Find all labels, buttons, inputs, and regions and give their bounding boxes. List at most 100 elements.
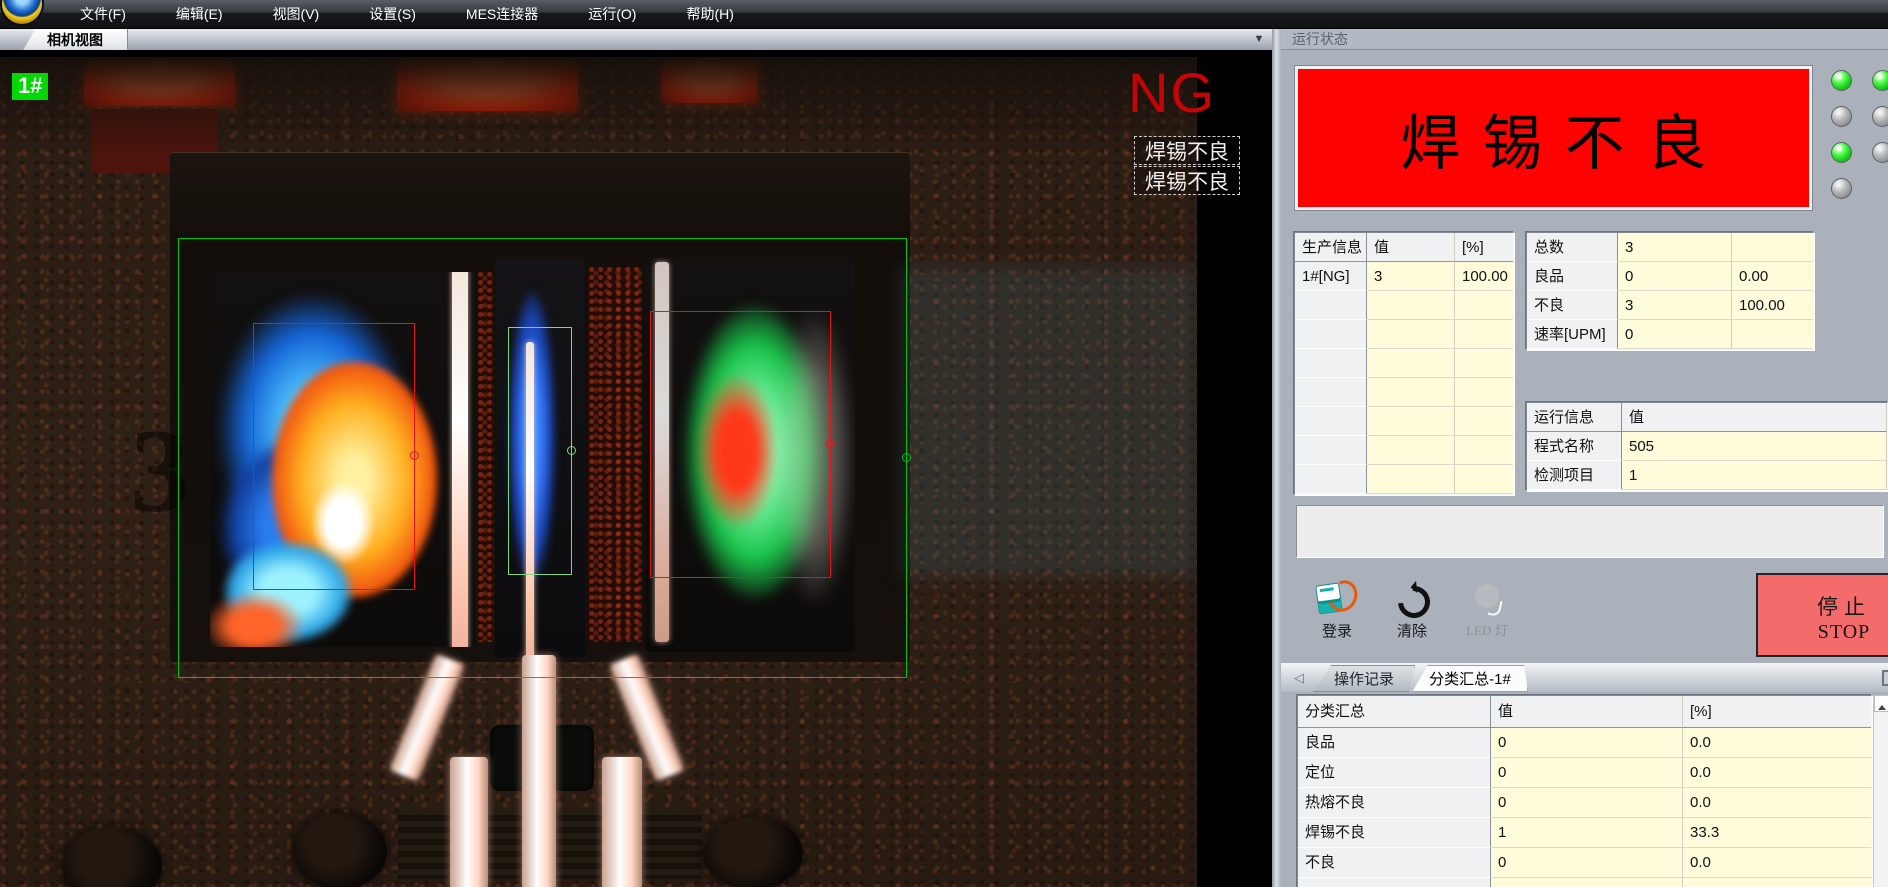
status-led-on [1831,70,1852,91]
status-banner: 焊锡不良 [1295,66,1812,210]
table-cell: 值 [1367,233,1455,262]
table-cell: 100.00 [1455,262,1513,291]
status-led-off [1872,106,1888,127]
table-cell [1367,349,1455,378]
stop-button-en: STOP [1758,621,1888,644]
roi-handle[interactable] [902,453,911,462]
table-header-row: 分类汇总值[%] [1298,696,1871,728]
lead-leg [522,655,556,887]
lead-leg [602,757,642,887]
table-cell: 不良 [1527,291,1618,320]
table-cell [1367,320,1455,349]
run-info-table: 运行信息值程式名称505检测项目1 [1526,402,1888,491]
table-row: 程式名称505 [1527,432,1887,461]
ng-result-label: NG [1128,64,1216,122]
table-cell: 0 [1491,848,1683,878]
mounting-hole [62,827,162,887]
table-cell: 良品 [1298,728,1491,758]
menu-item[interactable]: 视图(V) [251,1,342,27]
table-header-row: 生产信息值[%] [1295,233,1513,262]
table-cell: 0 [1618,320,1732,349]
table-cell: 505 [1622,432,1887,461]
menu-item[interactable]: MES连接器 [444,1,560,27]
table-cell: 总数 [1527,233,1618,262]
table-cell: [%] [1683,696,1871,728]
summary-scrollbar[interactable] [1873,695,1888,887]
camera-id-badge: 1# [12,73,48,100]
roi-handle[interactable] [567,446,576,455]
inspection-photo: 3 [0,57,1197,887]
tab-camera-view[interactable]: 相机视图 [22,28,128,52]
table-cell: 0 [1618,262,1732,291]
table-row [1295,378,1513,407]
table-cell: 0 [1491,728,1683,758]
table-cell: 焊锡不良 [1298,818,1491,848]
aoi-application-window: 文件(F)编辑(E)视图(V)设置(S)MES连接器运行(O)帮助(H) 相机视… [0,0,1888,887]
table-cell: 良品 [1527,262,1618,291]
chevron-down-icon[interactable]: ▼ [1250,31,1268,47]
table-cell [1295,407,1367,436]
table-cell: 1 [1622,461,1887,490]
panel-pin-icon[interactable] [1882,670,1888,686]
table-cell: 33.3 [1683,818,1871,848]
menu-item[interactable]: 运行(O) [566,1,658,27]
tab-scroll-left-icon[interactable]: ◁ [1291,669,1307,687]
table-cell [1367,291,1455,320]
stop-button[interactable]: 停止 STOP [1756,573,1888,657]
table-row [1295,349,1513,378]
table-cell: 程式名称 [1527,432,1622,461]
login-button[interactable]: 登录 [1309,582,1365,640]
login-button-label: 登录 [1309,620,1365,641]
table-cell [1295,378,1367,407]
table-row [1295,407,1513,436]
table-cell: 运行信息 [1527,403,1622,432]
table-cell [1298,878,1491,887]
table-cell [1367,465,1455,494]
table-cell: 0.0 [1683,848,1871,878]
led-light-button[interactable]: LED 灯 [1459,582,1515,640]
table-cell: 1#[NG] [1295,262,1367,291]
menu-item[interactable]: 文件(F) [58,1,148,27]
table-row: 焊锡不良133.3 [1298,818,1871,848]
menu-item[interactable]: 编辑(E) [154,1,245,27]
table-cell [1367,436,1455,465]
panel-title: 运行状态 [1281,28,1888,50]
table-cell [1367,378,1455,407]
table-cell [1455,378,1513,407]
table-cell [1295,291,1367,320]
clear-button-label: 清除 [1384,620,1440,641]
table-cell: 3 [1618,291,1732,320]
table-cell [1455,407,1513,436]
table-cell [1491,878,1683,887]
roi-handle[interactable] [410,451,419,460]
table-row: 热熔不良00.0 [1298,788,1871,818]
menu-item[interactable]: 帮助(H) [664,1,755,27]
menu-bar: 文件(F)编辑(E)视图(V)设置(S)MES连接器运行(O)帮助(H) [0,0,1888,29]
menu-items: 文件(F)编辑(E)视图(V)设置(S)MES连接器运行(O)帮助(H) [58,1,756,27]
roi-handle[interactable] [826,439,835,448]
panel-splitter[interactable] [1272,28,1281,887]
roi-rect-left [253,323,415,590]
table-cell [1732,320,1813,349]
led-button-label: LED 灯 [1459,620,1515,639]
table-cell [1455,320,1513,349]
tab-classification-summary[interactable]: 分类汇总-1# [1412,665,1528,692]
app-logo-icon [2,0,42,24]
table-cell [1295,320,1367,349]
table-cell: 速率[UPM] [1527,320,1618,349]
table-cell: 生产信息 [1295,233,1367,262]
tab-operation-log[interactable]: 操作记录 [1313,665,1415,692]
menu-item[interactable]: 设置(S) [347,1,438,27]
status-led-off [1831,106,1852,127]
photo-top-shadow [0,57,1197,157]
mounting-hole [293,813,387,887]
table-row: 不良00.0 [1298,848,1871,878]
clear-button[interactable]: 清除 [1384,582,1440,640]
table-cell [1295,465,1367,494]
run-status-panel: 焊锡不良 生产信息值[%]1#[NG]3100.00 总数3良品00.00不良3… [1281,50,1888,887]
table-row [1295,291,1513,320]
scroll-up-icon[interactable] [1874,695,1888,712]
mounting-hole [703,817,803,887]
photo-tint [900,267,1197,577]
table-cell: [%] [1455,233,1513,262]
